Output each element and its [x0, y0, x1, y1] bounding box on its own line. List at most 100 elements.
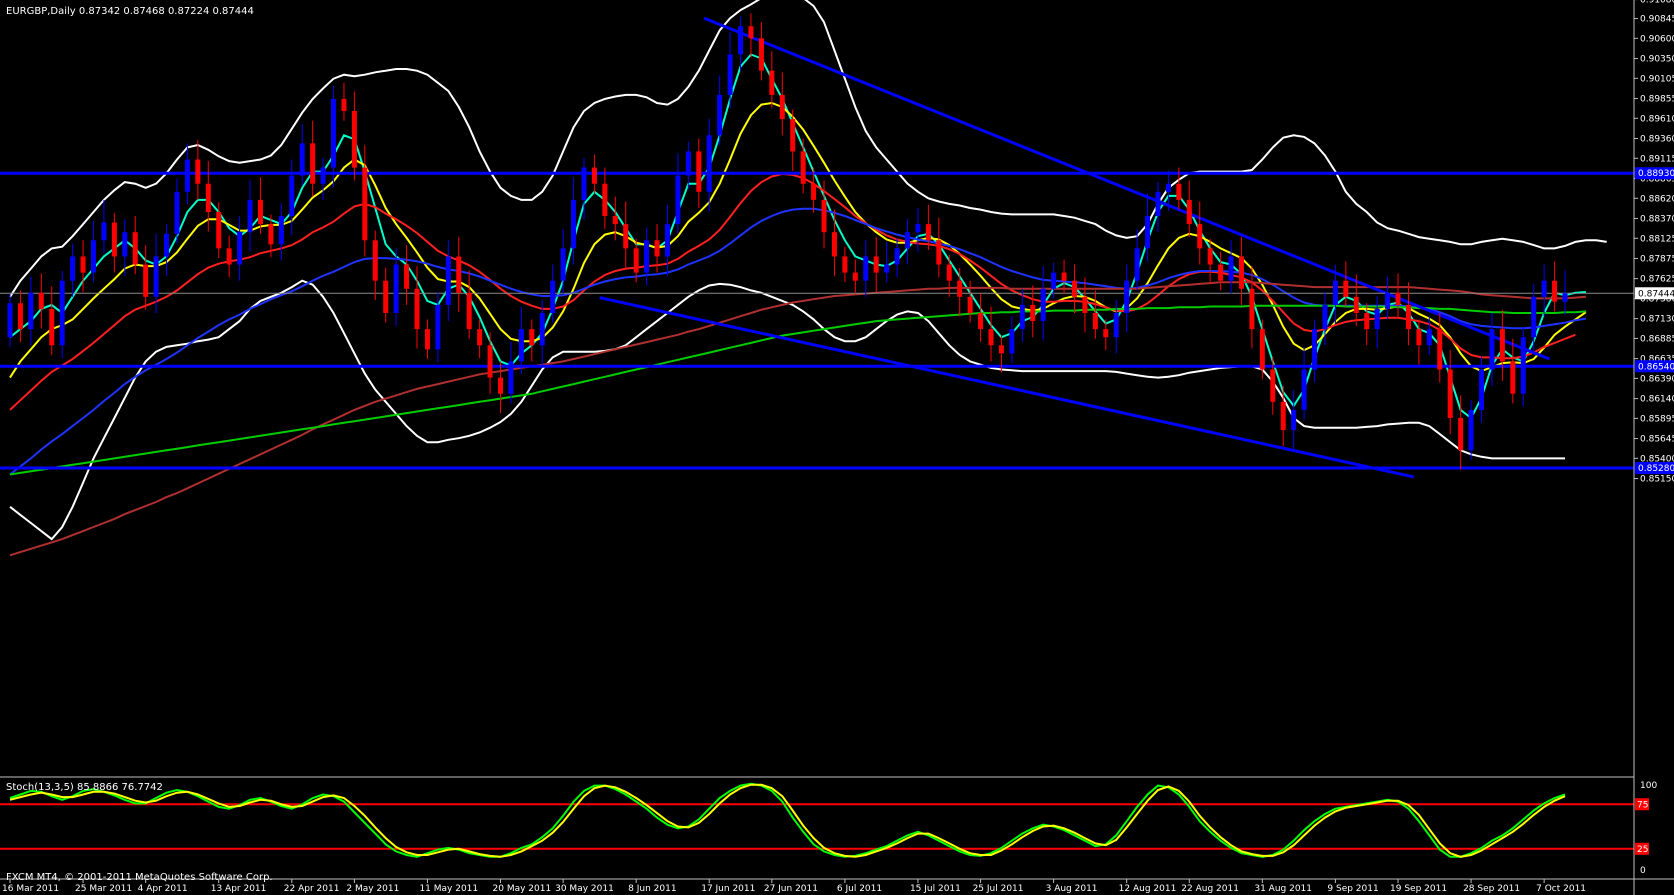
- date-label: 13 Apr 2011: [211, 884, 267, 894]
- candle-body: [372, 240, 378, 281]
- candle-body: [591, 167, 597, 184]
- date-label: 4 Apr 2011: [138, 884, 188, 894]
- candle-body: [748, 26, 754, 39]
- candle-body: [1176, 183, 1182, 200]
- candle-body: [915, 224, 921, 233]
- price-tick-label: 0.88125: [1640, 234, 1674, 244]
- candle[interactable]: [59, 270, 65, 359]
- candle-body: [612, 216, 618, 225]
- date-label: 11 May 2011: [419, 884, 478, 894]
- candle-body: [101, 222, 107, 241]
- candle-body: [769, 70, 775, 95]
- candle-body: [205, 183, 211, 213]
- candle-body: [331, 98, 337, 168]
- stochastic-level-label: 25: [1637, 845, 1648, 855]
- candle-body: [132, 232, 138, 265]
- candle-body: [299, 143, 305, 176]
- candle-body: [811, 183, 817, 200]
- candle-body: [1343, 280, 1349, 297]
- candle-body: [1061, 272, 1067, 281]
- candle-body: [978, 312, 984, 330]
- candle-body: [17, 303, 23, 330]
- candle-body: [539, 312, 545, 346]
- candle-body: [28, 292, 34, 330]
- candle-body: [1228, 256, 1234, 281]
- candle-body: [821, 199, 827, 233]
- stochastic-label: Stoch(13,3,5) 85.8866 76.7742: [6, 782, 163, 793]
- copyright-footer: FXCM MT4, © 2001-2011 MetaQuotes Softwar…: [6, 872, 273, 883]
- candle-body: [1280, 401, 1286, 431]
- date-label: 9 Sep 2011: [1327, 884, 1378, 894]
- candle-body: [738, 26, 744, 55]
- candle-body: [216, 212, 222, 249]
- candle-body: [758, 38, 764, 71]
- chart-background: [0, 0, 1674, 895]
- candle-body: [842, 256, 848, 273]
- candle-body: [1520, 337, 1526, 394]
- price-tick-label: 0.90105: [1640, 74, 1674, 84]
- candle-body: [946, 264, 952, 281]
- price-tick-label: 0.86885: [1640, 334, 1674, 344]
- date-label: 22 Aug 2011: [1181, 884, 1239, 894]
- candle-body: [1499, 329, 1505, 362]
- candle-body: [1562, 293, 1568, 302]
- candle-body: [831, 232, 837, 257]
- candle-body: [779, 94, 785, 120]
- current-price-label: 0.87444: [1638, 289, 1674, 299]
- candle-body: [1051, 272, 1057, 289]
- price-tick-label: 0.89855: [1640, 95, 1674, 105]
- date-label: 15 Jul 2011: [910, 884, 961, 894]
- candle-body: [237, 232, 243, 265]
- candle-body: [289, 175, 295, 217]
- candle-body: [1301, 369, 1307, 410]
- candle-body: [925, 224, 931, 241]
- candle-body: [445, 256, 451, 305]
- candle-body: [1385, 292, 1391, 309]
- candle-body: [1092, 312, 1098, 330]
- price-tick-label: 0.88370: [1640, 214, 1674, 224]
- candle-body: [1218, 264, 1224, 281]
- candle-body: [633, 248, 639, 273]
- candle-body: [1270, 369, 1276, 402]
- candle-body: [675, 175, 681, 225]
- symbol-header: EURGBP,Daily 0.87342 0.87468 0.87224 0.8…: [6, 6, 254, 17]
- candle-body: [1447, 369, 1453, 418]
- candle-body: [487, 345, 493, 378]
- candle-body: [571, 199, 577, 249]
- candle-body: [310, 143, 316, 184]
- candle-body: [247, 199, 253, 233]
- candle-body: [581, 167, 587, 200]
- date-label: 16 Mar 2011: [2, 884, 59, 894]
- candle-body: [727, 54, 733, 95]
- candle-body: [664, 224, 670, 257]
- candle-body: [1019, 304, 1025, 330]
- candle-body: [957, 280, 963, 297]
- date-label: 7 Oct 2011: [1536, 884, 1586, 894]
- candle-body: [1291, 409, 1297, 431]
- candle-body: [1082, 296, 1088, 313]
- candle-body: [1510, 361, 1516, 394]
- candle-body: [998, 345, 1004, 354]
- price-tick-label: 0.87875: [1640, 254, 1674, 264]
- candle-body: [1426, 329, 1432, 346]
- price-tick-label: 0.85895: [1640, 414, 1674, 424]
- candle-body: [644, 240, 650, 273]
- candle-body: [80, 256, 86, 273]
- candle-body: [257, 199, 263, 225]
- candle-body: [529, 329, 535, 346]
- date-label: 2 May 2011: [346, 884, 399, 894]
- candle-body: [1040, 288, 1046, 322]
- candle-body: [111, 222, 117, 257]
- candle-body: [1468, 409, 1474, 451]
- candle-body: [967, 296, 973, 313]
- date-label: 8 Jun 2011: [628, 884, 676, 894]
- candle-body: [424, 329, 430, 350]
- candle-body: [706, 135, 712, 192]
- mt4-chart[interactable]: 0.91080 0.90845 0.90600 0.90350 0.90105 0.898…: [0, 0, 1674, 895]
- candle-body: [341, 98, 347, 112]
- candle-body: [278, 216, 284, 245]
- date-label: 27 Jun 2011: [764, 884, 818, 894]
- candle-body: [268, 224, 274, 245]
- stochastic-level-label: 75: [1637, 800, 1648, 810]
- candle-body: [393, 264, 399, 313]
